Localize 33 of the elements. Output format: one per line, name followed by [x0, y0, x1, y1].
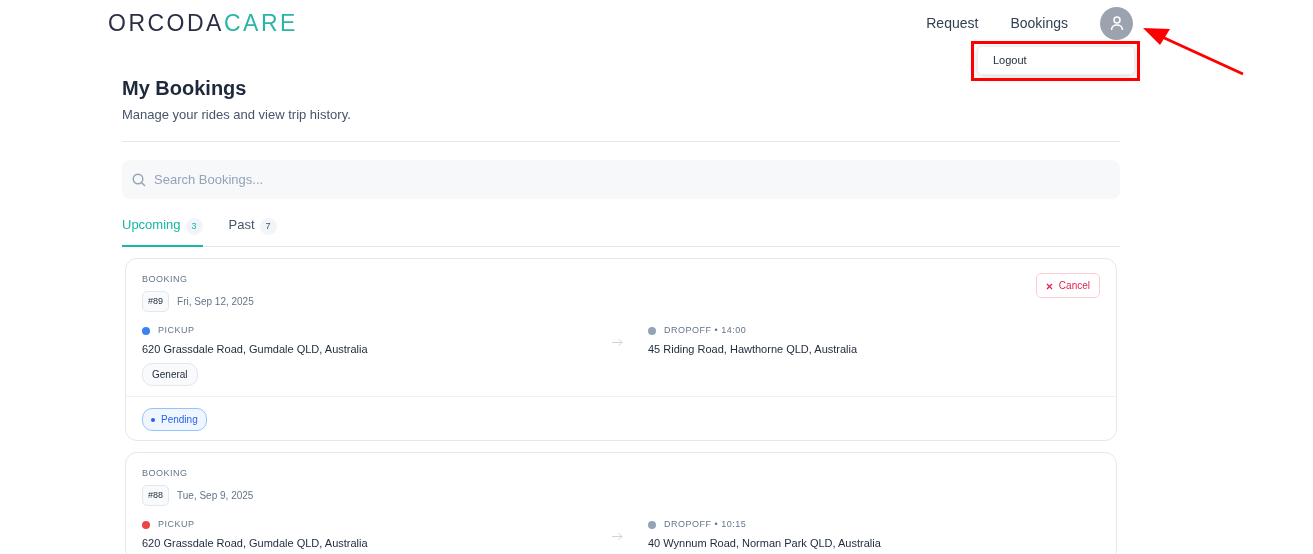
dropoff-label: DROPOFF • 14:00: [664, 324, 747, 337]
pickup-label: PICKUP: [158, 324, 195, 337]
cancel-button[interactable]: Cancel: [1035, 273, 1100, 298]
dropoff-label: DROPOFF • 10:15: [664, 518, 747, 531]
avatar-button[interactable]: [1100, 6, 1133, 40]
user-icon: [1108, 15, 1125, 31]
booking-date: Fri, Sep 12, 2025: [177, 294, 254, 309]
page-title: My Bookings: [122, 76, 248, 101]
nav-link[interactable]: Bookings: [1010, 12, 1068, 34]
logout-menu-item[interactable]: Logout: [977, 46, 1135, 75]
search-icon: [132, 172, 146, 187]
nav-link[interactable]: Request: [926, 12, 979, 34]
close-icon: [1045, 282, 1053, 290]
booking-label: BOOKING: [142, 273, 189, 286]
arrow-icon: [612, 338, 623, 348]
tag: General: [142, 362, 198, 386]
address: 40 Wynnum Road, Norman Park QLD, Australia: [648, 535, 882, 550]
address: 620 Grassdale Road, Gumdale QLD, Australia: [142, 535, 369, 550]
logo[interactable]: ORCODACARE: [108, 5, 298, 41]
count-badge: 7: [259, 217, 277, 235]
page-subtitle: Manage your rides and view trip history.: [122, 106, 352, 124]
tab[interactable]: Past 7: [228, 214, 277, 247]
arrow-icon: [612, 532, 623, 542]
address: 45 Riding Road, Hawthorne QLD, Australia: [648, 341, 859, 356]
booking-label: BOOKING: [142, 467, 189, 480]
count-badge: 3: [185, 217, 203, 235]
booking-id: #89: [142, 290, 170, 312]
booking-date: Tue, Sep 9, 2025: [177, 488, 254, 503]
search-field[interactable]: Search Bookings...: [122, 159, 1120, 199]
pickup-label: PICKUP: [158, 518, 195, 531]
status-badge: Pending: [142, 408, 207, 431]
booking-id: #88: [142, 484, 170, 506]
address: 620 Grassdale Road, Gumdale QLD, Australia: [142, 341, 369, 356]
